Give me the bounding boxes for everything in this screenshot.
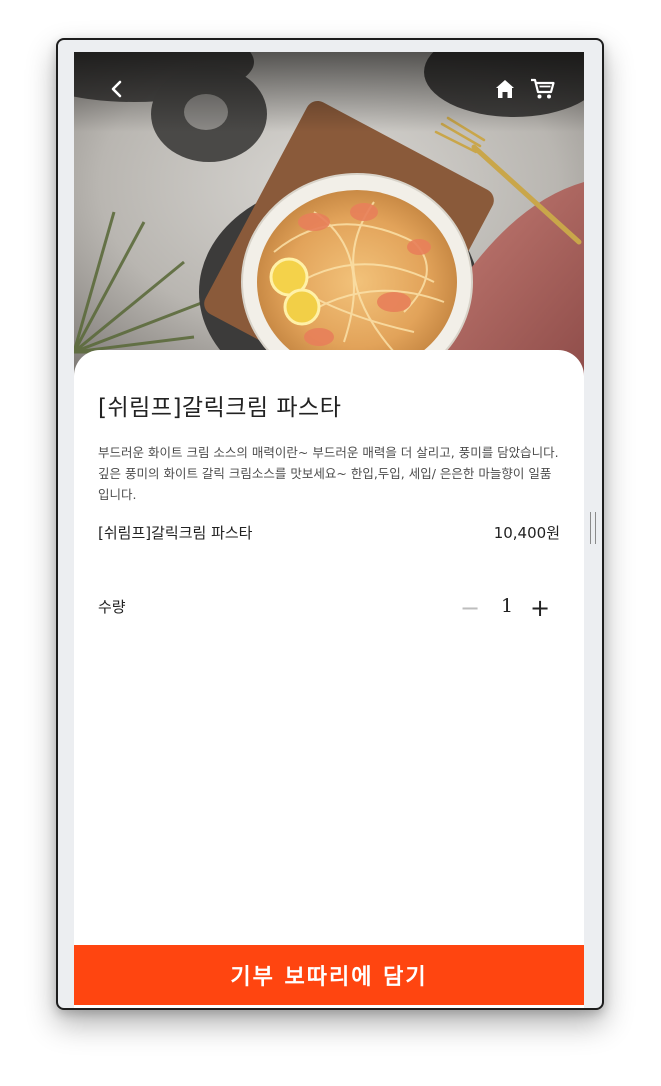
quantity-stepper: − 1 + bbox=[456, 594, 560, 622]
cart-button[interactable] bbox=[528, 74, 558, 104]
option-row: [쉬림프]갈릭크림 파스타 10,400원 bbox=[98, 522, 560, 546]
chevron-left-icon bbox=[111, 80, 122, 98]
app-screen: [쉬림프]갈릭크림 파스타 부드러운 화이트 크림 소스의 매력이란~ 부드러운… bbox=[74, 52, 584, 1008]
cart-icon bbox=[531, 78, 555, 99]
scrollbar-handle[interactable] bbox=[590, 512, 596, 544]
home-icon bbox=[496, 80, 514, 98]
device-frame: [쉬림프]갈릭크림 파스타 부드러운 화이트 크림 소스의 매력이란~ 부드러운… bbox=[56, 38, 604, 1010]
product-image bbox=[74, 52, 584, 382]
product-detail-sheet: [쉬림프]갈릭크림 파스타 부드러운 화이트 크림 소스의 매력이란~ 부드러운… bbox=[74, 350, 584, 950]
option-name: [쉬림프]갈릭크림 파스타 bbox=[98, 524, 253, 542]
increase-quantity-button[interactable]: + bbox=[526, 594, 554, 622]
decrease-quantity-button[interactable]: − bbox=[456, 594, 484, 622]
option-price: 10,400원 bbox=[493, 524, 560, 542]
product-description: 부드러운 화이트 크림 소스의 매력이란~ 부드러운 매력을 더 살리고, 풍미… bbox=[98, 445, 559, 502]
quantity-label: 수량 bbox=[98, 598, 126, 616]
stage: [쉬림프]갈릭크림 파스타 부드러운 화이트 크림 소스의 매력이란~ 부드러운… bbox=[0, 0, 661, 1086]
top-nav bbox=[74, 52, 584, 122]
product-title: [쉬림프]갈릭크림 파스타 bbox=[98, 395, 342, 421]
quantity-value: 1 bbox=[500, 595, 514, 617]
back-button[interactable] bbox=[102, 74, 132, 104]
add-to-donation-bag-button[interactable]: 기부 보따리에 담기 bbox=[74, 945, 584, 1005]
home-button[interactable] bbox=[490, 74, 520, 104]
